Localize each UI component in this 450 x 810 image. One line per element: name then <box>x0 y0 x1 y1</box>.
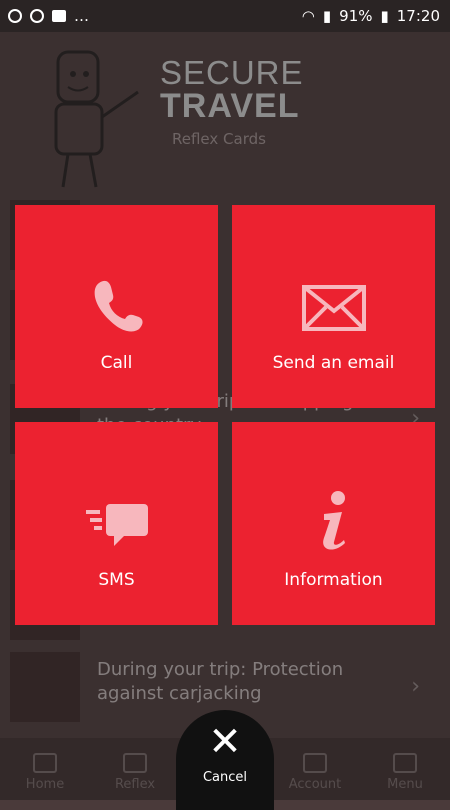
email-label: Send an email <box>272 353 395 373</box>
signal-icon: ▮ <box>322 7 332 25</box>
status-bar: … ◠ ▮ 91% ▮ 17:20 <box>0 0 450 32</box>
call-label: Call <box>100 353 133 373</box>
more-notifications-icon: … <box>74 7 89 25</box>
email-icon <box>301 285 366 331</box>
send-email-button[interactable]: Send an email <box>232 205 435 408</box>
phone-icon <box>94 280 143 332</box>
information-label: Information <box>284 570 383 590</box>
clock: 17:20 <box>396 7 440 25</box>
alert-icon <box>30 9 44 23</box>
close-icon: ✕ <box>208 719 242 765</box>
cancel-label: Cancel <box>202 770 248 785</box>
wifi-icon: ◠ <box>301 7 315 25</box>
modal-overlay <box>0 32 450 800</box>
information-button[interactable]: Information <box>232 422 435 625</box>
chat-icon <box>52 10 66 22</box>
cancel-button[interactable]: ✕ Cancel <box>176 710 274 810</box>
battery-percent: 91% <box>339 7 373 25</box>
notification-icon <box>8 9 22 23</box>
battery-icon: ▮ <box>380 7 389 25</box>
sms-label: SMS <box>98 570 135 590</box>
call-button[interactable]: Call <box>15 205 218 408</box>
sms-button[interactable]: SMS <box>15 422 218 625</box>
sms-icon <box>85 504 148 546</box>
info-icon <box>322 491 345 550</box>
